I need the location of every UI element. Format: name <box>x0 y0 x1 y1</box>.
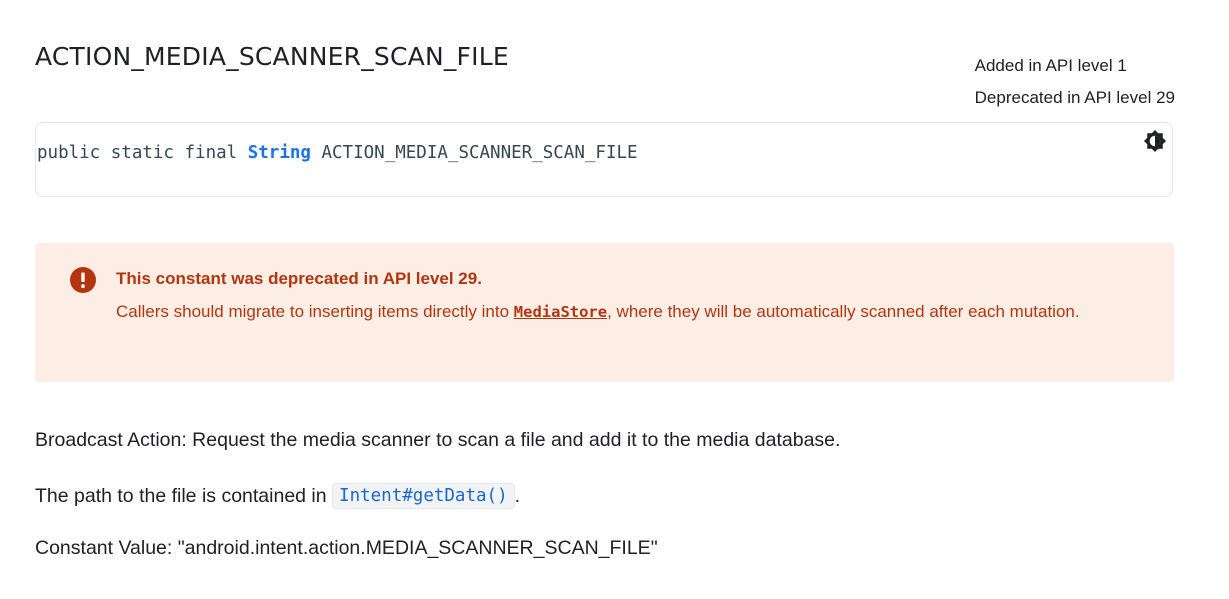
path-text: The path to the file is contained in <box>35 485 333 507</box>
deprecation-text-end: , where they will be automatically scann… <box>607 302 1080 321</box>
deprecation-title: This constant was deprecated in API leve… <box>116 269 482 288</box>
theme-toggle-icon[interactable] <box>1143 129 1167 153</box>
api-level-info: Added in API level 1 Deprecated in API l… <box>975 50 1175 114</box>
description-paragraph: Broadcast Action: Request the media scan… <box>35 429 841 451</box>
intent-getdata-link[interactable]: Intent#getData() <box>332 483 515 509</box>
deprecation-text-start: Callers should migrate to inserting item… <box>116 302 514 321</box>
path-period: . <box>514 485 521 507</box>
deprecated-api-level: Deprecated in API level 29 <box>974 88 1175 107</box>
added-api-level: Added in API level 1 <box>974 56 1127 75</box>
deprecation-notice: This constant was deprecated in API leve… <box>35 243 1174 382</box>
signature-code-block: public static final String ACTION_MEDIA_… <box>35 122 1173 197</box>
path-paragraph: The path to the file is contained in Int… <box>35 483 520 509</box>
page-title: ACTION_MEDIA_SCANNER_SCAN_FILE <box>35 42 509 71</box>
signature-type-link[interactable]: String <box>248 143 311 163</box>
signature-code-line: public static final String ACTION_MEDIA_… <box>37 143 638 163</box>
signature-constant-name: ACTION_MEDIA_SCANNER_SCAN_FILE <box>310 143 638 163</box>
deprecation-message: Callers should migrate to inserting item… <box>116 296 1126 328</box>
error-icon <box>69 266 97 294</box>
constant-value: Constant Value: "android.intent.action.M… <box>35 537 658 559</box>
signature-modifiers: public static final <box>37 143 248 163</box>
mediastore-link[interactable]: MediaStore <box>514 303 607 321</box>
